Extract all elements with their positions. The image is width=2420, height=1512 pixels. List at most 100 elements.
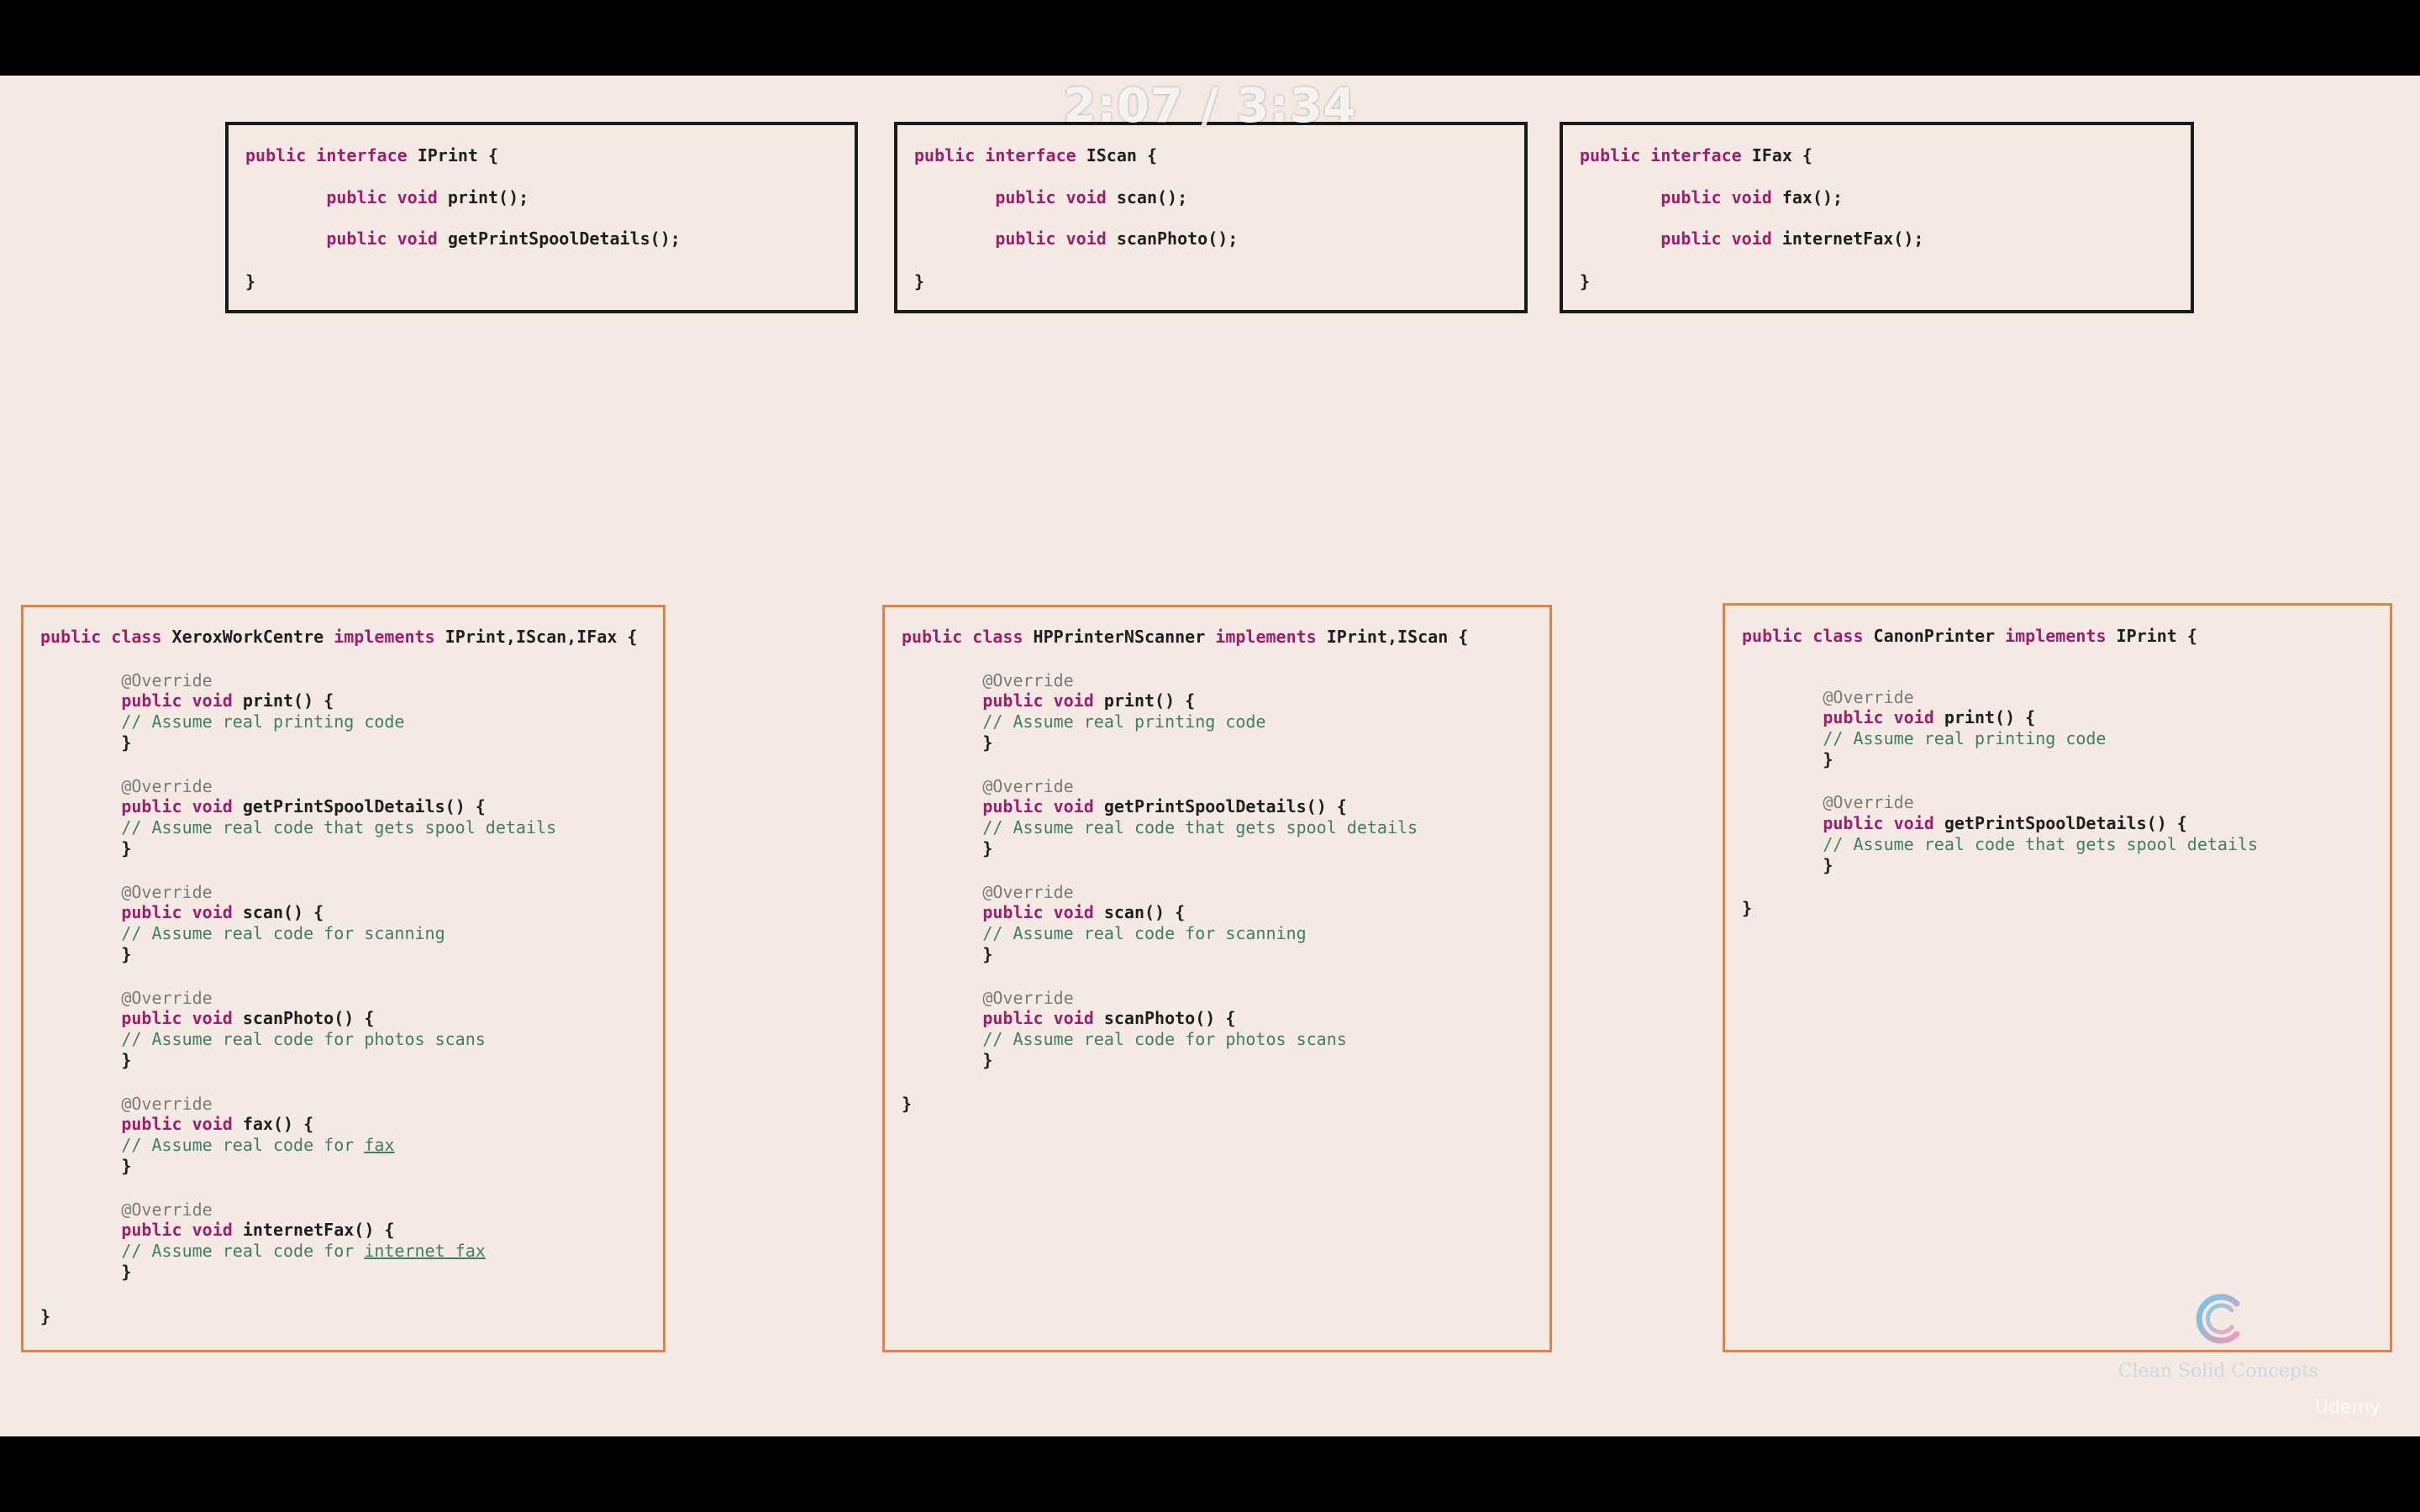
code-token: public void [40, 1008, 243, 1028]
video-timer: 2:07 / 3:34 [1063, 79, 1357, 134]
code-line: public interface IPrint { [245, 145, 498, 165]
interface-iprint-box: public interface IPrint { public void pr… [225, 122, 858, 313]
code-line: } [40, 1156, 131, 1176]
code-line: // Assume real code that gets spool deta… [40, 817, 556, 837]
code-token: HPPrinterNScanner [1033, 627, 1216, 647]
code-line: } [40, 944, 131, 964]
letterbox-top [0, 0, 2420, 76]
code-token: @Override [902, 776, 1074, 796]
code-token: // Assume real code that gets spool deta… [40, 817, 557, 837]
code-line: @Override [40, 988, 213, 1008]
code-token: print() { [1944, 707, 2036, 727]
code-line: public void fax(); [1580, 187, 1843, 207]
code-line: } [40, 1050, 131, 1070]
code-token: getPrintSpoolDetails() { [242, 796, 486, 816]
code-token: // Assume real code for scanning [40, 923, 445, 943]
class-canonprinter-box: public class CanonPrinter implements IPr… [1723, 603, 2392, 1352]
code-line: public void getPrintSpoolDetails(); [245, 228, 681, 249]
code-line: public void getPrintSpoolDetails() { [1742, 813, 2186, 833]
code-token: scan(); [1116, 187, 1188, 207]
code-token: public class [902, 627, 1034, 647]
code-token: } [40, 1306, 51, 1326]
code-line: public void fax() { [40, 1114, 313, 1134]
code-token: // Assume real printing code [40, 711, 405, 732]
code-line: } [245, 271, 255, 291]
code-token: public interface [1580, 145, 1752, 165]
code-token: public void [902, 902, 1104, 922]
code-token: print() { [242, 690, 334, 711]
code-line: @Override [902, 670, 1074, 690]
code-token: print() { [1103, 690, 1196, 711]
interface-ifax-code: public interface IFax { public void fax(… [1563, 125, 2191, 310]
code-token: @Override [1742, 687, 1914, 707]
code-token: } [40, 1050, 132, 1070]
code-line: // Assume real code for photos scans [40, 1029, 486, 1049]
code-token: // Assume real code that gets spool deta… [1742, 834, 2259, 854]
code-token: IPrint,IScan { [1326, 627, 1469, 647]
code-token: public void [902, 1008, 1104, 1028]
code-line: // Assume real printing code [40, 711, 404, 732]
code-token: } [245, 271, 256, 291]
code-line: @Override [40, 670, 213, 690]
code-line: } [40, 838, 131, 858]
code-line: } [902, 838, 992, 858]
code-line: @Override [40, 882, 213, 902]
code-token: public void [1580, 187, 1782, 207]
code-line: public void print() { [40, 690, 334, 711]
code-line: } [914, 271, 924, 291]
code-token: scan() { [1103, 902, 1186, 922]
code-line: } [40, 1306, 50, 1326]
class-canonprinter-code: public class CanonPrinter implements IPr… [1725, 606, 2390, 1350]
code-token: // Assume real printing code [902, 711, 1266, 732]
code-line: } [902, 944, 992, 964]
code-token: } [902, 1094, 913, 1114]
code-token: @Override [902, 670, 1074, 690]
code-line: public void getPrintSpoolDetails() { [902, 796, 1346, 816]
code-token: } [1742, 855, 1833, 875]
code-line: public void scan() { [40, 902, 324, 922]
code-token: scanPhoto() { [242, 1008, 375, 1028]
code-token: @Override [40, 988, 213, 1008]
code-token: public void [40, 902, 243, 922]
brand-text: Clean Solid Concepts [2118, 1361, 2319, 1382]
code-token: IPrint,IScan,IFax { [445, 627, 638, 647]
brand-watermark: Clean Solid Concepts [2118, 1285, 2319, 1382]
code-line: } [902, 732, 992, 753]
code-token: // Assume real code for photos scans [40, 1029, 486, 1049]
code-line: // Assume real printing code [902, 711, 1265, 732]
code-token: implements [2005, 626, 2117, 646]
code-token: internetFax(); [1781, 228, 1924, 249]
code-token: } [40, 1262, 132, 1282]
interface-iscan-code: public interface IScan { public void sca… [897, 125, 1524, 310]
code-token: public void [245, 228, 448, 249]
code-token: public void [245, 187, 448, 207]
code-line: public interface IFax { [1580, 145, 1812, 165]
code-token: IFax { [1751, 145, 1812, 165]
code-token: public void [914, 187, 1117, 207]
code-token: @Override [902, 882, 1074, 902]
code-token: } [40, 732, 132, 753]
code-token: @Override [40, 670, 213, 690]
code-line: } [902, 1050, 992, 1070]
code-line: } [40, 732, 131, 753]
code-token: getPrintSpoolDetails(); [447, 228, 681, 249]
code-token: internetFax() { [242, 1220, 395, 1240]
code-token: } [914, 271, 925, 291]
code-line: public class HPPrinterNScanner implement… [902, 627, 1468, 647]
code-line: public void scanPhoto(); [914, 228, 1238, 249]
code-token: } [902, 838, 993, 858]
code-token: scan() { [242, 902, 324, 922]
code-token: // Assume real printing code [1742, 728, 2107, 748]
code-token: } [40, 838, 132, 858]
code-token: print(); [447, 187, 529, 207]
code-token: // Assume real code for scanning [902, 923, 1307, 943]
code-token: } [1580, 271, 1591, 291]
code-token: IPrint { [417, 145, 499, 165]
code-line: public void scanPhoto() { [902, 1008, 1235, 1028]
code-line: // Assume real code for photos scans [902, 1029, 1346, 1049]
code-token: @Override [40, 882, 213, 902]
interface-iscan-box: public interface IScan { public void sca… [894, 122, 1528, 313]
code-line: @Override [902, 776, 1074, 796]
code-line: @Override [1742, 687, 1914, 707]
code-token: scanPhoto(); [1116, 228, 1239, 249]
